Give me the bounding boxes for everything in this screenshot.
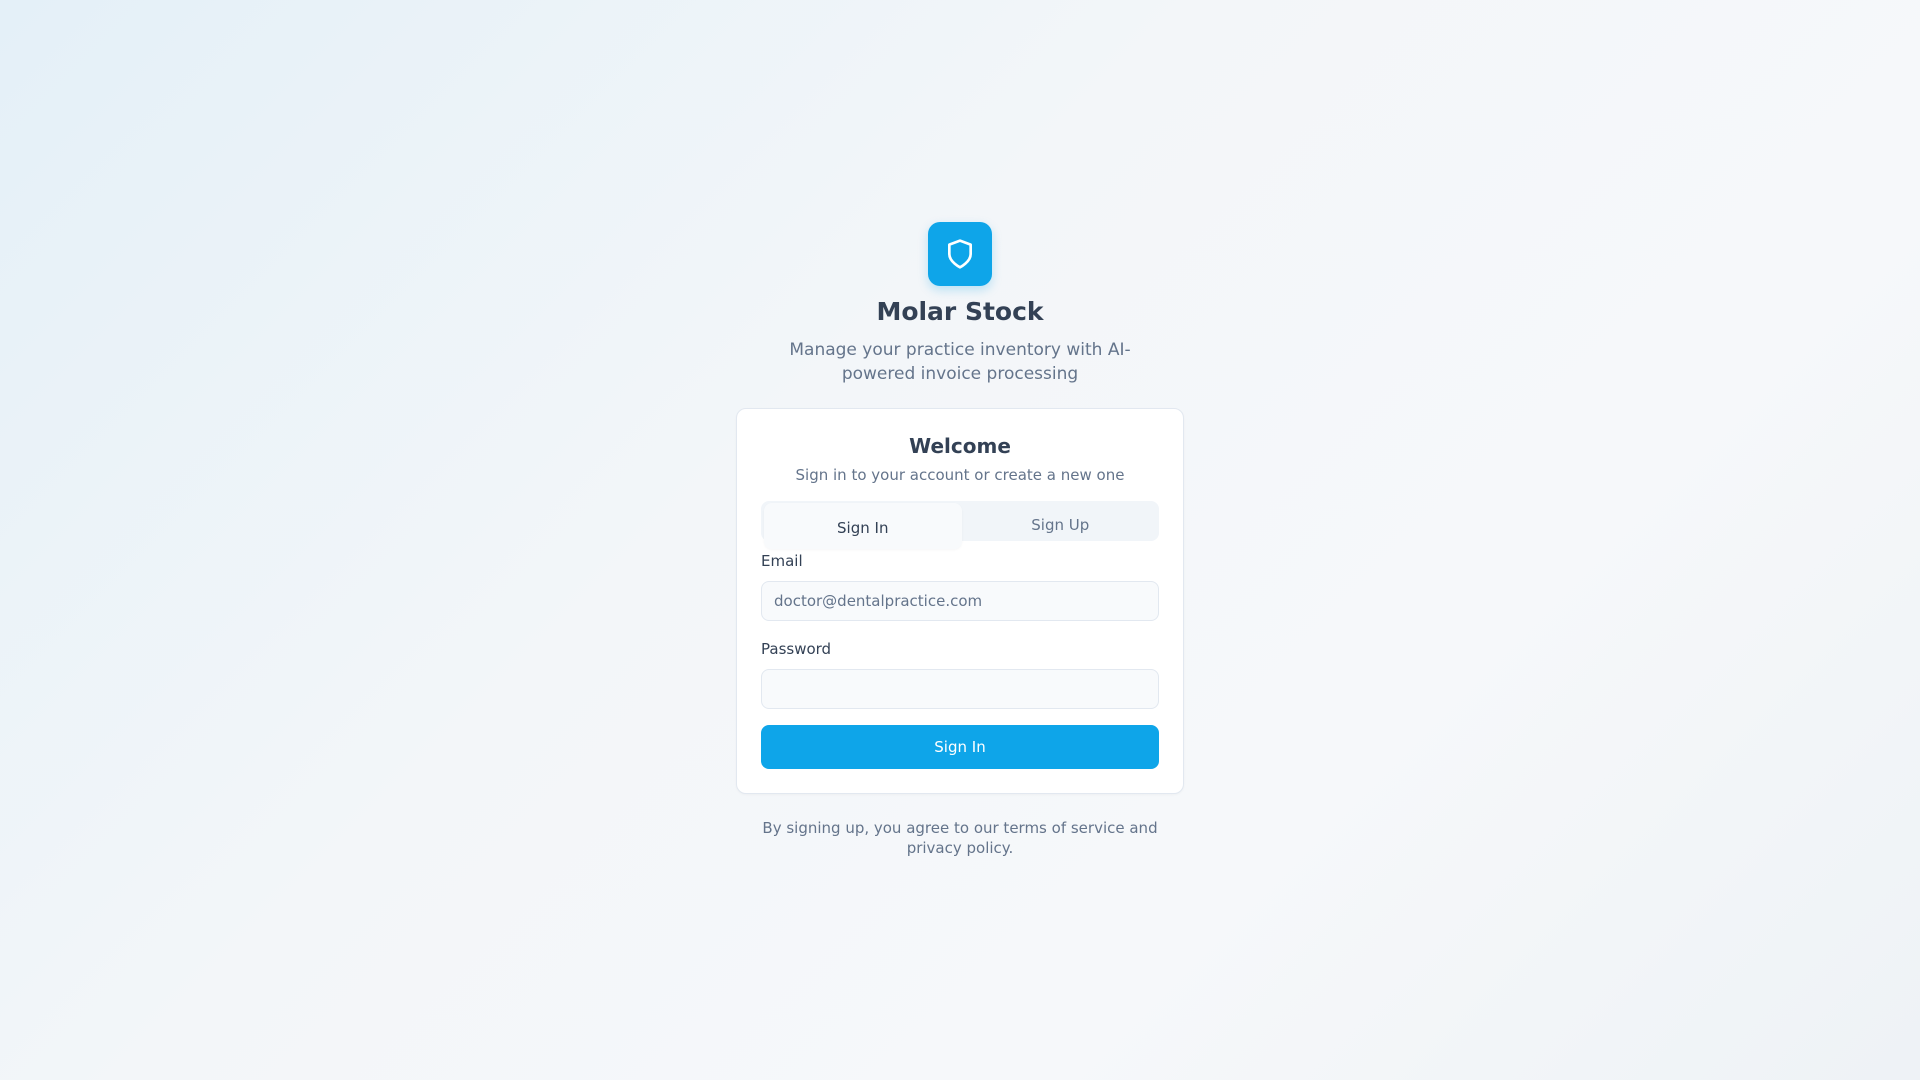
email-field[interactable] [761, 581, 1159, 621]
tab-sign-in[interactable]: Sign In [764, 503, 962, 549]
card-title: Welcome [909, 434, 1011, 458]
auth-container: Molar Stock Manage your practice invento… [736, 222, 1184, 858]
app-tagline: Manage your practice inventory with AI-p… [789, 340, 1131, 384]
email-label: Email [761, 552, 803, 570]
terms-notice: By signing up, you agree to our terms of… [762, 819, 1158, 857]
sign-in-button[interactable]: Sign In [761, 725, 1159, 769]
app-title: Molar Stock [876, 297, 1044, 326]
shield-icon [948, 239, 972, 269]
card-subtitle: Sign in to your account or create a new … [795, 466, 1125, 484]
password-field[interactable] [761, 669, 1159, 709]
auth-tabs: Sign In Sign Up [761, 501, 1160, 549]
app-logo [928, 222, 992, 286]
password-label: Password [761, 640, 832, 658]
auth-card: Welcome Sign in to your account or creat… [736, 408, 1184, 794]
tab-sign-up[interactable]: Sign Up [962, 501, 1160, 541]
